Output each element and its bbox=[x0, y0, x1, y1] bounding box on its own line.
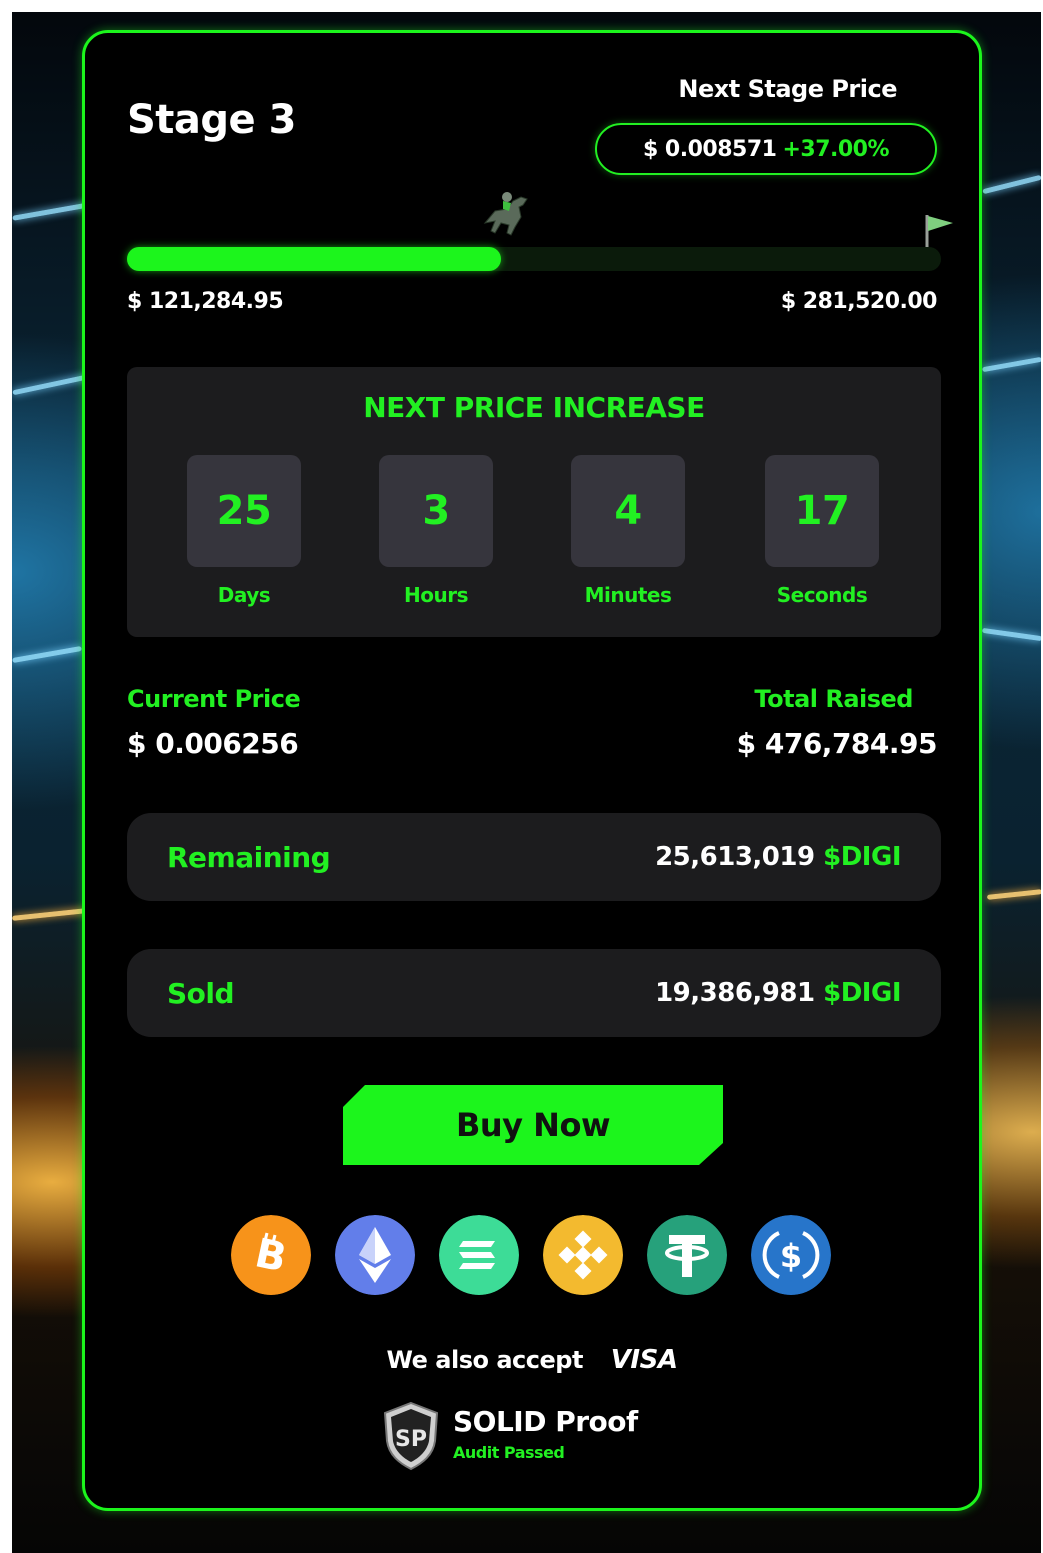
sold-label: Sold bbox=[167, 976, 235, 1010]
ethereum-icon[interactable] bbox=[335, 1215, 415, 1295]
current-price-value: $ 0.006256 bbox=[127, 727, 299, 760]
countdown-days: 25 Days bbox=[187, 455, 301, 607]
bnb-icon[interactable] bbox=[543, 1215, 623, 1295]
solidproof-shield-icon: SP bbox=[383, 1401, 439, 1471]
current-price-label: Current Price bbox=[127, 685, 301, 713]
tether-icon[interactable] bbox=[647, 1215, 727, 1295]
audit-name: SOLID Proof bbox=[453, 1405, 638, 1438]
total-raised-label: Total Raised bbox=[754, 685, 913, 713]
countdown-seconds-value: 17 bbox=[765, 455, 879, 567]
horse-rider-icon bbox=[483, 192, 528, 236]
countdown-days-value: 25 bbox=[187, 455, 301, 567]
next-stage-price: $ 0.008571 bbox=[642, 136, 777, 162]
stage-progress-bar bbox=[127, 247, 941, 271]
countdown-seconds: 17 Seconds bbox=[765, 455, 879, 607]
buy-now-button[interactable]: Buy Now bbox=[343, 1085, 723, 1165]
countdown-minutes: 4 Minutes bbox=[571, 455, 685, 607]
remaining-label: Remaining bbox=[167, 840, 331, 874]
svg-text:$: $ bbox=[780, 1237, 802, 1275]
stage-progress-fill bbox=[127, 247, 502, 271]
audit-status: Audit Passed bbox=[453, 1443, 565, 1462]
sold-row: Sold 19,386,981 $DIGI bbox=[127, 949, 941, 1037]
countdown-days-label: Days bbox=[217, 583, 271, 607]
visa-logo: VISA bbox=[610, 1345, 678, 1375]
solana-icon[interactable] bbox=[439, 1215, 519, 1295]
next-stage-price-pill: $ 0.008571 +37.00% bbox=[595, 123, 937, 175]
countdown-seconds-label: Seconds bbox=[776, 583, 868, 607]
payment-accept-line: We also accept VISA bbox=[85, 1345, 979, 1375]
remaining-amount: 25,613,019 $DIGI bbox=[655, 842, 901, 872]
next-stage-label: Next Stage Price bbox=[678, 75, 897, 103]
usdc-icon[interactable]: $ bbox=[751, 1215, 831, 1295]
target-amount: $ 281,520.00 bbox=[780, 289, 938, 314]
audit-badge: SP SOLID Proof Audit Passed bbox=[381, 1401, 701, 1473]
presale-card: Stage 3 Next Stage Price $ 0.008571 +37.… bbox=[82, 30, 982, 1511]
countdown-hours-value: 3 bbox=[379, 455, 493, 567]
countdown-title: NEXT PRICE INCREASE bbox=[363, 391, 705, 424]
next-stage-change: +37.00% bbox=[782, 136, 890, 162]
countdown-minutes-label: Minutes bbox=[584, 583, 672, 607]
stage-title: Stage 3 bbox=[127, 97, 296, 143]
raised-amount: $ 121,284.95 bbox=[127, 289, 284, 314]
countdown-hours-label: Hours bbox=[404, 583, 468, 607]
remaining-row: Remaining 25,613,019 $DIGI bbox=[127, 813, 941, 901]
countdown-minutes-value: 4 bbox=[571, 455, 685, 567]
total-raised-value: $ 476,784.95 bbox=[736, 727, 938, 760]
countdown-hours: 3 Hours bbox=[379, 455, 493, 607]
remaining-value: 25,613,019 bbox=[655, 842, 815, 872]
remaining-token: $DIGI bbox=[823, 842, 901, 872]
sold-amount: 19,386,981 $DIGI bbox=[655, 978, 901, 1008]
svg-text:SP: SP bbox=[395, 1427, 427, 1452]
sold-token: $DIGI bbox=[823, 978, 901, 1008]
countdown-panel: NEXT PRICE INCREASE 25 Days 3 Hours 4 Mi… bbox=[127, 367, 941, 637]
sold-value: 19,386,981 bbox=[655, 978, 815, 1008]
accept-text: We also accept bbox=[386, 1346, 584, 1374]
payment-coins: B $ bbox=[231, 1215, 835, 1295]
bitcoin-icon[interactable]: B bbox=[231, 1215, 311, 1295]
